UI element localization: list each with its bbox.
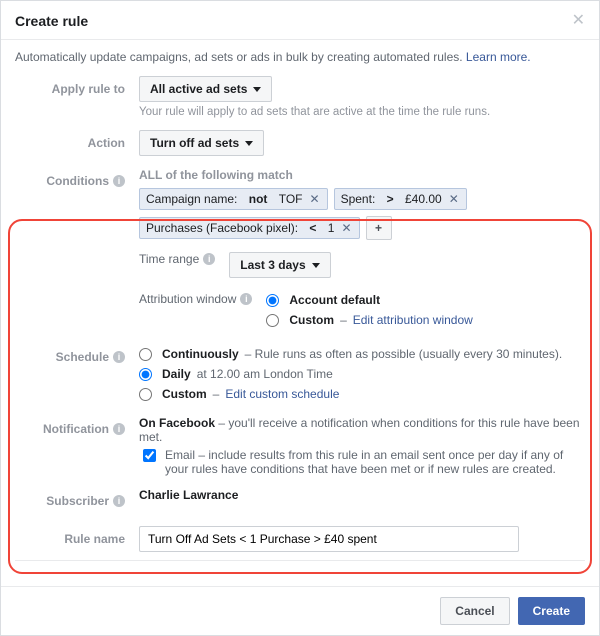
label-schedule: Schedule i — [15, 344, 139, 370]
info-icon[interactable]: i — [113, 495, 125, 507]
action-dropdown[interactable]: Turn off ad sets — [139, 130, 264, 156]
chevron-down-icon — [312, 263, 320, 268]
add-condition-button[interactable]: + — [366, 216, 392, 240]
condition-chip[interactable]: Purchases (Facebook pixel): < 1 ✕ — [139, 217, 360, 239]
rulename-input[interactable] — [139, 526, 519, 552]
create-button[interactable]: Create — [518, 597, 585, 625]
row-apply: Apply rule to All active ad sets Your ru… — [15, 70, 585, 124]
chip-remove-icon[interactable]: ✕ — [338, 221, 354, 235]
chevron-down-icon — [245, 141, 253, 146]
subscriber-name: Charlie Lawrance — [139, 488, 238, 502]
timerange-dropdown[interactable]: Last 3 days — [229, 252, 330, 278]
row-subscriber: Subscriber i Charlie Lawrance — [15, 482, 585, 520]
condition-chip[interactable]: Campaign name: not TOF ✕ — [139, 188, 328, 210]
chip-remove-icon[interactable]: ✕ — [446, 192, 462, 206]
row-conditions: Conditions i ALL of the following match … — [15, 162, 585, 338]
row-schedule: Schedule i Continuously – Rule runs as o… — [15, 338, 585, 410]
schedule-daily-radio[interactable]: Daily at 12.00 am London Time — [139, 364, 585, 384]
label-conditions: Conditions i — [15, 168, 139, 194]
info-icon[interactable]: i — [203, 253, 215, 265]
info-icon[interactable]: i — [113, 351, 125, 363]
schedule-continuous-radio[interactable]: Continuously – Rule runs as often as pos… — [139, 344, 585, 364]
schedule-custom-radio[interactable]: Custom – Edit custom schedule — [139, 384, 585, 404]
notification-email-checkbox[interactable]: Email – include results from this rule i… — [139, 444, 585, 476]
create-rule-modal: Create rule ✕ Automatically update campa… — [0, 0, 600, 636]
intro-text: Automatically update campaigns, ad sets … — [1, 40, 599, 70]
edit-schedule-link[interactable]: Edit custom schedule — [225, 387, 339, 401]
row-action: Action Turn off ad sets — [15, 124, 585, 162]
attrib-custom-radio[interactable]: Custom – Edit attribution window — [266, 310, 472, 330]
attribution-label: Attribution window — [139, 290, 236, 308]
label-rulename: Rule name — [15, 526, 139, 552]
row-notification: Notification i On Facebook – you'll rece… — [15, 410, 585, 482]
label-apply: Apply rule to — [15, 76, 139, 102]
attrib-default-radio[interactable]: Account default — [266, 290, 472, 310]
info-icon[interactable]: i — [113, 175, 125, 187]
close-icon[interactable]: ✕ — [572, 13, 585, 29]
edit-attrib-link[interactable]: Edit attribution window — [353, 313, 473, 327]
cancel-button[interactable]: Cancel — [440, 597, 509, 625]
modal-header: Create rule ✕ — [1, 1, 599, 40]
label-action: Action — [15, 130, 139, 156]
chip-remove-icon[interactable]: ✕ — [307, 192, 323, 206]
conditions-all-text: ALL of the following match — [139, 168, 585, 182]
timerange-label: Time range — [139, 252, 199, 266]
row-rulename: Rule name — [15, 520, 585, 558]
modal-footer: Cancel Create — [1, 586, 599, 635]
chevron-down-icon — [253, 87, 261, 92]
apply-hint: Your rule will apply to ad sets that are… — [139, 106, 585, 118]
modal-title: Create rule — [15, 13, 88, 29]
label-subscriber: Subscriber i — [15, 488, 139, 514]
notification-facebook: On Facebook – you'll receive a notificat… — [139, 416, 585, 444]
label-notification: Notification i — [15, 416, 139, 442]
condition-chip[interactable]: Spent: > £40.00 ✕ — [334, 188, 467, 210]
apply-dropdown[interactable]: All active ad sets — [139, 76, 272, 102]
learn-more-link[interactable]: Learn more. — [466, 50, 531, 64]
info-icon[interactable]: i — [240, 293, 252, 305]
info-icon[interactable]: i — [113, 423, 125, 435]
